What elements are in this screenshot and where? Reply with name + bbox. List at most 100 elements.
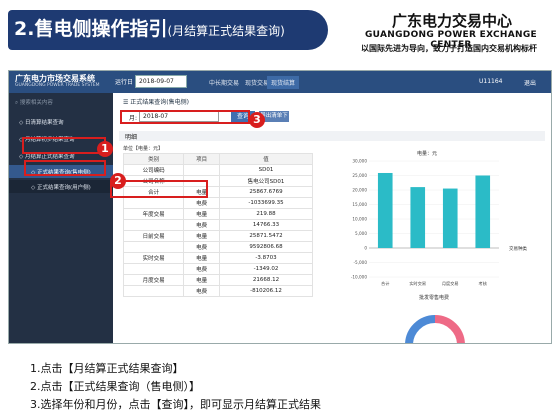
table-header: 类别 [122, 153, 185, 165]
detail-section-bar: 明细 [119, 131, 545, 141]
period-label: 运行日 [115, 79, 134, 86]
table-cell: SD01 [218, 164, 314, 176]
table-cell: 电费 [183, 219, 220, 231]
table-cell [122, 285, 185, 297]
sidebar-item-formal-user[interactable]: ◇ 正式结果查询(用户侧) [9, 180, 113, 193]
bar [377, 172, 393, 248]
table-cell: 电费 [183, 241, 220, 253]
table-cell [122, 263, 185, 275]
sidebar-item-daily-clearing[interactable]: ◇ 日清算结果查询 [9, 115, 113, 128]
page-subtitle: (月结算正式结果查询) [167, 24, 285, 38]
exit-button[interactable]: 退出 [524, 78, 536, 87]
x-tick-label: 考核 [479, 280, 488, 287]
bar [475, 175, 491, 248]
highlight-box-date [120, 110, 250, 124]
table-row: 电费 14766.33 [122, 219, 314, 231]
table-cell [122, 197, 185, 209]
table-cell: 21668.12 [218, 274, 314, 286]
instruction-step-1: 1.点击【月结算正式结果查询】 [30, 362, 184, 375]
y-tick-label: -10,000 [351, 275, 367, 280]
table-cell [122, 241, 185, 253]
table-cell [183, 164, 220, 176]
form-title: ☰ 正式结果查询(售电侧) [123, 97, 189, 106]
table-header: 值 [218, 153, 314, 165]
x-tick-label: 实时交易 [409, 280, 426, 287]
bar [410, 187, 426, 248]
table-cell: -810206.12 [218, 285, 314, 297]
donut-segment-blue [405, 315, 436, 343]
table-row: 年度交易 电量 219.88 [122, 208, 314, 220]
page-title-text: 2.售电侧操作指引 [14, 18, 168, 40]
table-row: 日前交易 电量 25871.5472 [122, 230, 314, 242]
table-cell: 日前交易 [122, 230, 185, 242]
system-name-en: GUANGDONG POWER TRADE SYSTEM [15, 83, 100, 88]
y-tick-label: 0 [364, 246, 367, 251]
nav-mid-long-term[interactable]: 中长期交易 [209, 78, 239, 87]
table-cell: 电费 [183, 285, 220, 297]
bar [442, 188, 458, 248]
table-row: 电费 9592806.68 [122, 241, 314, 253]
bar-chart: 电量：元 30,000 25,000 20,000 15,000 10,000 5,000 0… [351, 150, 527, 343]
table-row: 电费 -1033699.35 [122, 197, 314, 209]
table-cell: 月度交易 [122, 274, 185, 286]
app-screenshot: 广东电力市场交易系统 GUANGDONG POWER TRADE SYSTEM … [8, 70, 552, 344]
table-row: 电费 -810206.12 [122, 285, 314, 297]
annotation-marker-3: 3 [249, 112, 265, 128]
nav-spot-trade[interactable]: 现货交易 [245, 78, 269, 87]
table-cell: 25867.6769 [218, 186, 314, 198]
table-cell: 219.88 [218, 208, 314, 220]
unit-note: 单位【电量：元】 [123, 146, 164, 152]
table-cell: 公司编码 [122, 164, 185, 176]
table-cell: 电量 [183, 274, 220, 286]
org-name: 广东电力交易中心 [391, 12, 512, 30]
table-cell: 电量 [183, 208, 220, 220]
nav-spot-settlement[interactable]: 现货结算 [267, 76, 300, 89]
sidebar: ⌕ 搜索相关内容 ◇ 日清算结果查询 ◇ 月结算初步结果查询 ◇ 月结算正式结果… [9, 93, 113, 343]
period-select[interactable]: 2018-09-07 [135, 75, 187, 88]
table-cell: -1349.02 [218, 263, 314, 275]
y-tick-label: 5,000 [355, 231, 367, 236]
second-chart-title: 批发零售电费 [419, 294, 449, 301]
table-cell: -1033699.35 [218, 197, 314, 209]
table-cell: 电量 [183, 252, 220, 264]
main-panel: ☰ 正式结果查询(售电侧) 月: 2018-07 查询 导出清单下载 明细 单位… [113, 93, 551, 343]
table-cell: 电费 [183, 263, 220, 275]
table-row: 实时交易 电量 -3.8703 [122, 252, 314, 264]
table-row: 电费 -1349.02 [122, 263, 314, 275]
table-cell: 实时交易 [122, 252, 185, 264]
sidebar-search[interactable]: ⌕ 搜索相关内容 [15, 98, 107, 110]
sidebar-item-label: 日清算结果查询 [24, 120, 64, 126]
y-tick-label: 15,000 [352, 202, 367, 207]
y-tick-label: 10,000 [352, 217, 367, 222]
x-tick-label: 月度交易 [442, 280, 459, 287]
x-tick-label: 合计 [381, 280, 389, 287]
table-cell: 14766.33 [218, 219, 314, 231]
y-tick-label: -5,000 [354, 260, 368, 265]
table-cell: 年度交易 [122, 208, 185, 220]
y-tick-label: 25,000 [352, 173, 367, 178]
sidebar-item-label: 正式结果查询(用户侧) [36, 185, 91, 191]
form-title-text: 正式结果查询(售电侧) [130, 99, 189, 106]
chart-title: 电量：元 [417, 150, 437, 157]
table-row: 公司编码 SD01 [122, 164, 314, 176]
table-cell: 9592806.68 [218, 241, 314, 253]
legend-label: 交易种类 [509, 245, 527, 252]
user-name[interactable]: U11164 [479, 78, 502, 85]
table-cell: 电量 [183, 230, 220, 242]
table-cell: 25871.5472 [218, 230, 314, 242]
annotation-marker-1: 1 [97, 141, 113, 157]
y-tick-label: 30,000 [352, 159, 367, 164]
table-cell [122, 219, 185, 231]
table-cell: 电费 [183, 197, 220, 209]
instruction-step-3: 3.选择年份和月份，点击【查询】，即可显示月结算正式结果 [30, 398, 321, 411]
table-row: 月度交易 电量 21668.12 [122, 274, 314, 286]
sidebar-search-placeholder: 搜索相关内容 [19, 100, 53, 106]
table-cell: -3.8703 [218, 252, 314, 264]
donut-segment-pink [434, 315, 465, 343]
org-slogan: 以国际先进为导向，致力于打造国内交易机构标杆 [361, 44, 537, 53]
page-title: 2.售电侧操作指引(月结算正式结果查询) [14, 14, 285, 41]
table-header: 项目 [183, 153, 220, 165]
result-table: 类别 项目 值 公司编码 SD01 公司名称 售电公司SD01 合计 电量 25867.67… [122, 153, 314, 297]
annotation-marker-2: 2 [110, 173, 126, 189]
table-cell: 售电公司SD01 [218, 175, 314, 187]
